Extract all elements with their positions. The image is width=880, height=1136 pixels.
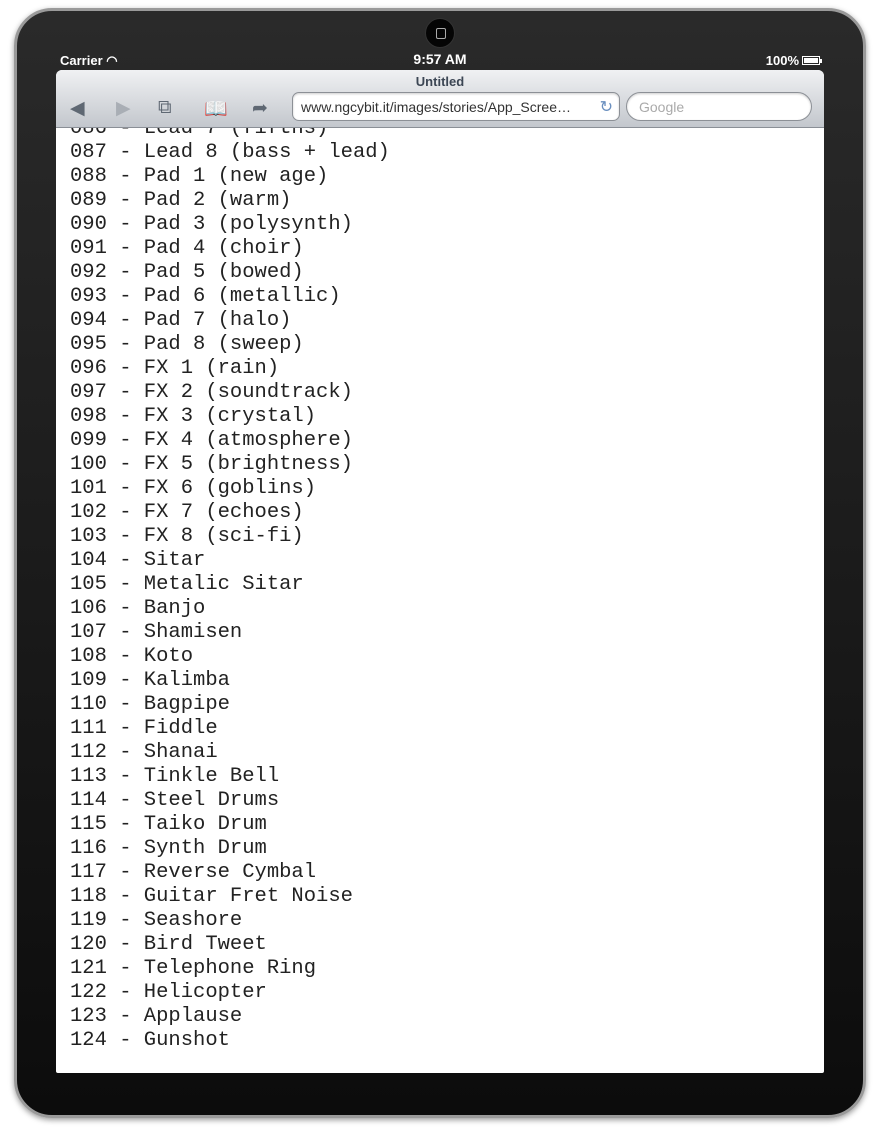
list-item: 088 - Pad 1 (new age) [70, 165, 329, 188]
list-item: 110 - Bagpipe [70, 693, 230, 716]
list-item: 104 - Sitar [70, 549, 206, 572]
list-item: 111 - Fiddle [70, 717, 218, 740]
list-item: 123 - Applause [70, 1005, 243, 1028]
list-item: 091 - Pad 4 (choir) [70, 237, 304, 260]
list-item: 094 - Pad 7 (halo) [70, 309, 292, 332]
safari-window: Untitled ◀ ▶ ⧉ 📖 ➦ www.ngcybit.it/images… [56, 70, 824, 1073]
back-icon[interactable]: ◀ [70, 97, 85, 120]
address-bar[interactable]: www.ngcybit.it/images/stories/App_Scree…… [292, 92, 620, 121]
forward-icon[interactable]: ▶ [116, 97, 131, 120]
reload-icon[interactable]: ↻ [600, 97, 613, 117]
search-input[interactable]: Google [626, 92, 812, 121]
list-item: 103 - FX 8 (sci-fi) [70, 525, 304, 548]
browser-toolbar: Untitled ◀ ▶ ⧉ 📖 ➦ www.ngcybit.it/images… [56, 70, 824, 128]
list-item: 093 - Pad 6 (metallic) [70, 285, 341, 308]
status-bar: Carrier ◠ 9:57 AM 100% [56, 50, 824, 70]
list-item: 090 - Pad 3 (polysynth) [70, 213, 353, 236]
list-item: 107 - Shamisen [70, 621, 243, 644]
list-item: 124 - Gunshot [70, 1029, 230, 1052]
list-item: 101 - FX 6 (goblins) [70, 477, 317, 500]
page-title: Untitled [415, 74, 465, 89]
list-item: 099 - FX 4 (atmosphere) [70, 429, 353, 452]
list-item: 120 - Bird Tweet [70, 933, 267, 956]
list-item: 095 - Pad 8 (sweep) [70, 333, 304, 356]
list-item: 089 - Pad 2 (warm) [70, 189, 292, 212]
page-content: 086 - Lead 7 (fifths) 087 - Lead 8 (bass … [70, 117, 390, 1053]
list-item: 113 - Tinkle Bell [70, 765, 280, 788]
list-item: 087 - Lead 8 (bass + lead) [70, 141, 390, 164]
list-item: 097 - FX 2 (soundtrack) [70, 381, 353, 404]
battery-percent: 100% [765, 53, 799, 68]
list-item: 102 - FX 7 (echoes) [70, 501, 304, 524]
list-item: 115 - Taiko Drum [70, 813, 267, 836]
list-item: 117 - Reverse Cymbal [70, 861, 317, 884]
url-text: www.ngcybit.it/images/stories/App_Scree… [301, 99, 571, 115]
pages-icon[interactable]: ⧉ [158, 97, 172, 119]
list-item: 114 - Steel Drums [70, 789, 280, 812]
list-item: 106 - Banjo [70, 597, 206, 620]
battery-status: 100% [765, 53, 822, 68]
camera-icon [425, 18, 455, 48]
list-item: 118 - Guitar Fret Noise [70, 885, 353, 908]
list-item: 108 - Koto [70, 645, 194, 668]
list-item: 109 - Kalimba [70, 669, 230, 692]
list-item: 119 - Seashore [70, 909, 243, 932]
list-item: 105 - Metalic Sitar [70, 573, 304, 596]
list-item: 096 - FX 1 (rain) [70, 357, 280, 380]
share-icon[interactable]: ➦ [252, 97, 268, 120]
list-item: 116 - Synth Drum [70, 837, 267, 860]
list-item: 112 - Shanai [70, 741, 218, 764]
clock: 9:57 AM [413, 51, 467, 67]
list-item: 121 - Telephone Ring [70, 957, 317, 980]
list-item: 098 - FX 3 (crystal) [70, 405, 317, 428]
list-item: 092 - Pad 5 (bowed) [70, 261, 304, 284]
list-item: 122 - Helicopter [70, 981, 267, 1004]
bookmarks-icon[interactable]: 📖 [204, 97, 228, 121]
list-item: 100 - FX 5 (brightness) [70, 453, 353, 476]
battery-icon [802, 56, 822, 65]
